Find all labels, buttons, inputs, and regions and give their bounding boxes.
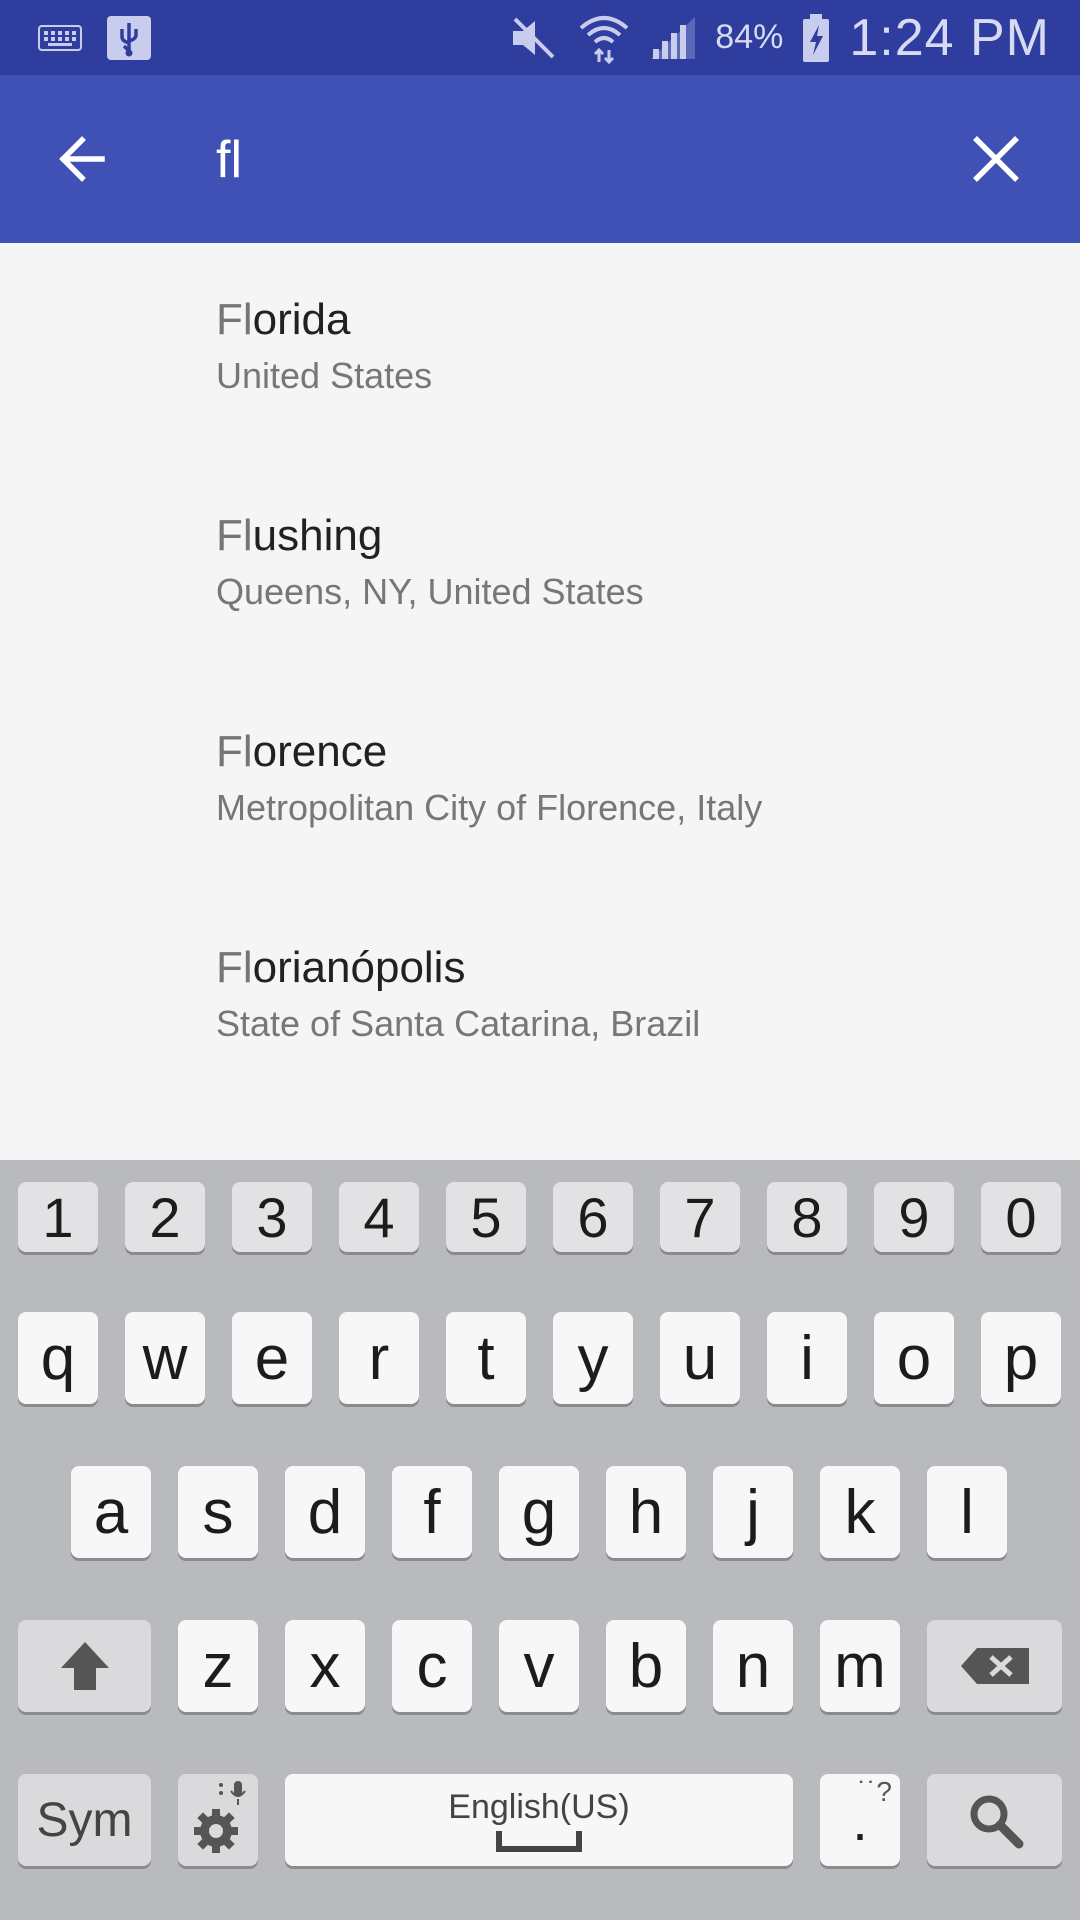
key-8[interactable]: 8: [767, 1182, 847, 1252]
close-icon: [973, 136, 1019, 182]
shift-key[interactable]: [18, 1620, 151, 1712]
result-subtitle: United States: [216, 355, 433, 396]
result-item[interactable]: Florence Metropolitan City of Florence, …: [0, 675, 1080, 891]
key-e[interactable]: e: [232, 1312, 312, 1404]
key-3[interactable]: 3: [232, 1182, 312, 1252]
key-w[interactable]: w: [125, 1312, 205, 1404]
key-u[interactable]: u: [660, 1312, 740, 1404]
key-r[interactable]: r: [339, 1312, 419, 1404]
key-d[interactable]: d: [285, 1466, 365, 1558]
key-7[interactable]: 7: [660, 1182, 740, 1252]
battery-percent: 84%: [715, 18, 784, 56]
key-9[interactable]: 9: [874, 1182, 954, 1252]
result-item[interactable]: Florida United States: [0, 243, 1080, 459]
key-n[interactable]: n: [713, 1620, 793, 1712]
result-title-match: Fl: [216, 511, 253, 560]
keyboard-icon: [38, 24, 82, 51]
space-bar-icon: [496, 1830, 582, 1852]
key-4[interactable]: 4: [339, 1182, 419, 1252]
key-6[interactable]: 6: [553, 1182, 633, 1252]
result-subtitle: Metropolitan City of Florence, Italy: [216, 787, 763, 828]
period-key[interactable]: ˙˙? .: [820, 1774, 900, 1866]
key-f[interactable]: f: [392, 1466, 472, 1558]
sym-key[interactable]: Sym: [18, 1774, 151, 1866]
search-input[interactable]: [216, 115, 916, 205]
arrow-left-icon: [59, 136, 105, 182]
key-s[interactable]: s: [178, 1466, 258, 1558]
wifi-icon: [577, 12, 631, 64]
signal-icon: [649, 15, 697, 61]
settings-voice-key[interactable]: [178, 1774, 258, 1866]
key-h[interactable]: h: [606, 1466, 686, 1558]
period-alt-label: ˙˙?: [857, 1776, 892, 1807]
key-k[interactable]: k: [820, 1466, 900, 1558]
search-app-bar: [0, 75, 1080, 243]
result-subtitle: State of Santa Catarina, Brazil: [216, 1003, 701, 1044]
result-title-match: Fl: [216, 727, 253, 776]
key-g[interactable]: g: [499, 1466, 579, 1558]
key-5[interactable]: 5: [446, 1182, 526, 1252]
result-title-rest: orence: [252, 727, 388, 776]
key-v[interactable]: v: [499, 1620, 579, 1712]
battery-charging-icon: [801, 13, 831, 63]
result-title: Florianópolis: [216, 943, 465, 993]
result-item[interactable]: Flushing Queens, NY, United States: [0, 459, 1080, 675]
result-title-rest: orianópolis: [252, 943, 466, 992]
key-l[interactable]: l: [927, 1466, 1007, 1558]
mute-icon: [507, 15, 559, 61]
key-q[interactable]: q: [18, 1312, 98, 1404]
result-title: Florida: [216, 295, 351, 345]
on-screen-keyboard: 1 2 3 4 5 6 7 8 9 0 q w e r t y u i o p …: [0, 1160, 1080, 1920]
key-o[interactable]: o: [874, 1312, 954, 1404]
backspace-icon: [960, 1648, 1029, 1684]
result-title: Florence: [216, 727, 387, 777]
gear-mic-icon: [194, 1781, 246, 1853]
key-t[interactable]: t: [446, 1312, 526, 1404]
shift-arrow-icon: [60, 1642, 109, 1690]
key-m[interactable]: m: [820, 1620, 900, 1712]
result-title-match: Fl: [216, 943, 253, 992]
key-a[interactable]: a: [71, 1466, 151, 1558]
key-b[interactable]: b: [606, 1620, 686, 1712]
status-bar: 84% 1:24 PM: [0, 0, 1080, 75]
search-key[interactable]: [927, 1774, 1062, 1866]
result-title-rest: ushing: [252, 511, 383, 560]
result-title: Flushing: [216, 511, 382, 561]
result-subtitle: Queens, NY, United States: [216, 571, 644, 612]
backspace-key[interactable]: [927, 1620, 1062, 1712]
key-2[interactable]: 2: [125, 1182, 205, 1252]
key-y[interactable]: y: [553, 1312, 633, 1404]
key-c[interactable]: c: [392, 1620, 472, 1712]
search-results-list: Florida United States Flushing Queens, N…: [0, 243, 1080, 1160]
space-key[interactable]: English(US): [285, 1774, 793, 1866]
key-x[interactable]: x: [285, 1620, 365, 1712]
result-title-match: Fl: [216, 295, 253, 344]
key-z[interactable]: z: [178, 1620, 258, 1712]
search-icon: [970, 1795, 1023, 1849]
key-i[interactable]: i: [767, 1312, 847, 1404]
key-1[interactable]: 1: [18, 1182, 98, 1252]
key-0[interactable]: 0: [981, 1182, 1061, 1252]
back-button[interactable]: [52, 127, 116, 191]
clear-search-button[interactable]: [965, 128, 1027, 190]
result-title-rest: orida: [252, 295, 351, 344]
key-j[interactable]: j: [713, 1466, 793, 1558]
key-p[interactable]: p: [981, 1312, 1061, 1404]
space-language-label: English(US): [448, 1787, 630, 1826]
usb-icon: [106, 15, 152, 61]
clock: 1:24 PM: [849, 8, 1050, 67]
result-item[interactable]: Florianópolis State of Santa Catarina, B…: [0, 891, 1080, 1107]
